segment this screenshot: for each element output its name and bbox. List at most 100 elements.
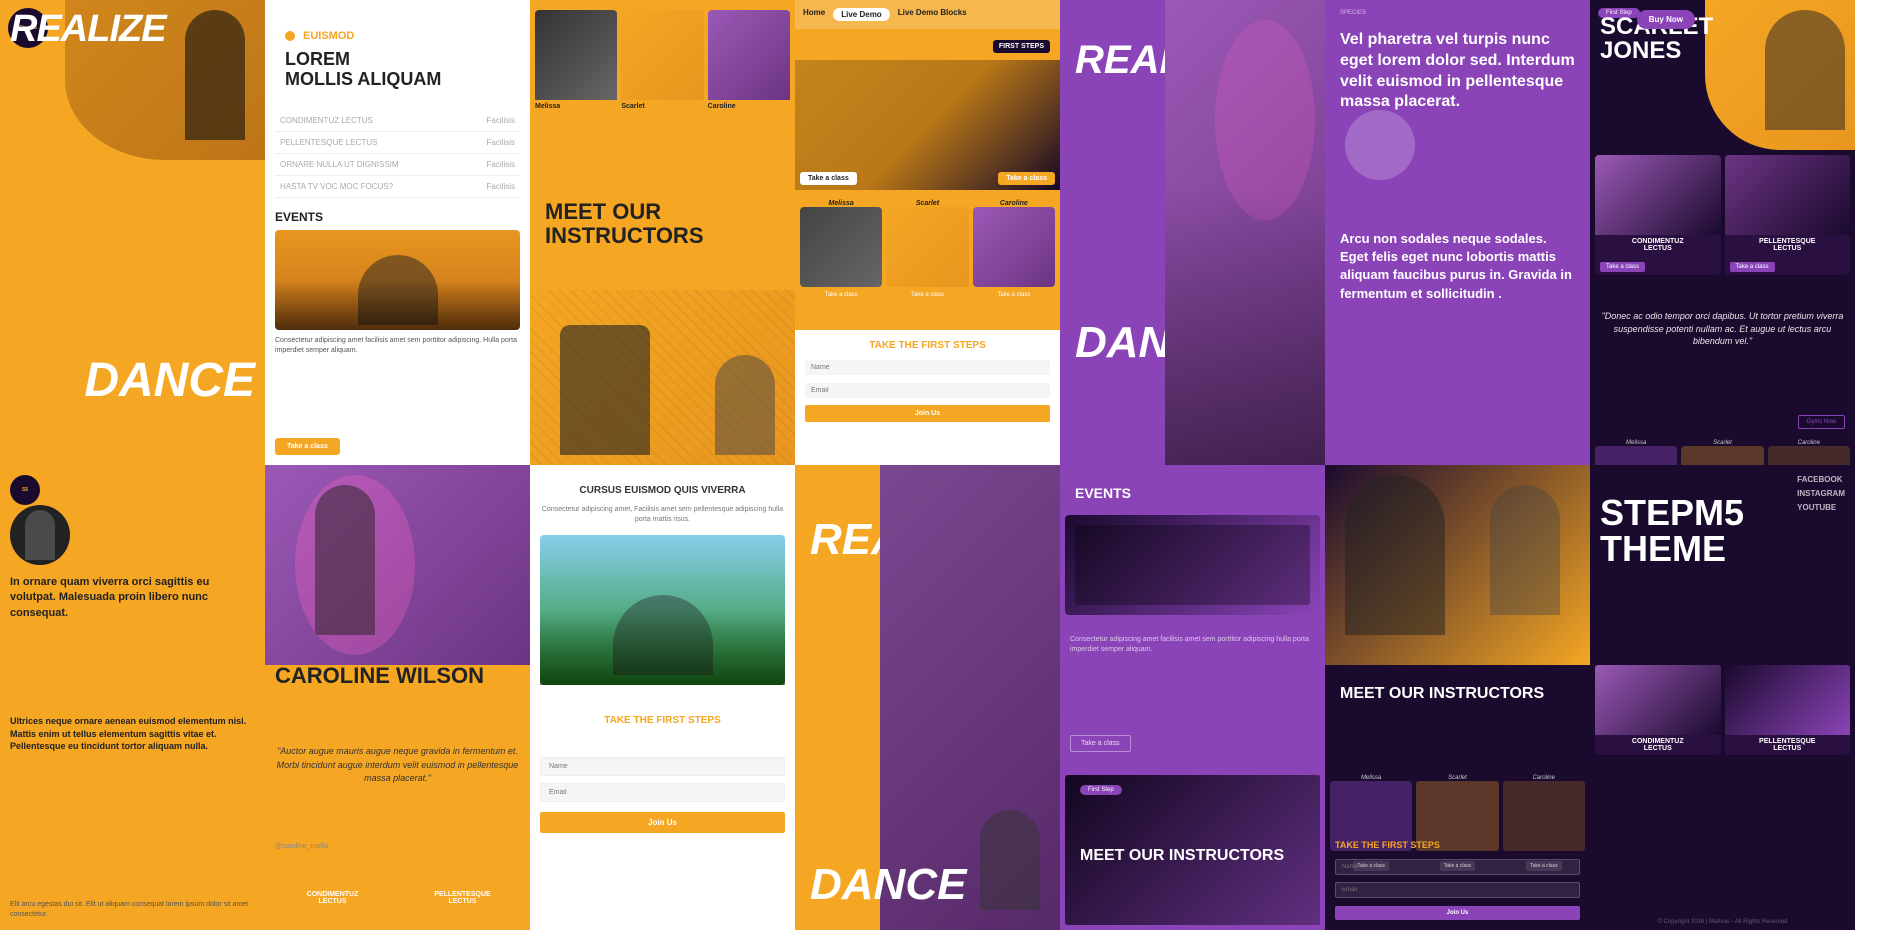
sub-text: Arcu non sodales neque sodales. Eget fel… bbox=[1340, 230, 1575, 303]
form-rows: CONDIMENTUZ LECTUS Facilisis PELLENTESQU… bbox=[275, 110, 520, 198]
form-title: CURSUS EUISMOD QUIS VIVERRA bbox=[530, 485, 795, 496]
first-step-badge-2: First Step bbox=[1080, 785, 1122, 795]
panel-white-form: EUISMOD LOREM MOLLIS ALIQUAM CONDIMENTUZ… bbox=[265, 0, 530, 465]
instr-mini-scarlet: Scarlet Take a class bbox=[886, 200, 968, 300]
take-steps-form: Join Us bbox=[805, 356, 1050, 422]
lorem-title: LOREM MOLLIS ALIQUAM bbox=[285, 50, 441, 90]
email-input-dark[interactable] bbox=[1335, 882, 1580, 898]
cond-btn-1[interactable]: Take a class bbox=[1600, 262, 1645, 272]
cond-pill-2: PELLENTESQUELECTUS bbox=[400, 886, 525, 910]
body-text-2: Ultrices neque ornare aenean euismod ele… bbox=[10, 715, 255, 753]
instructor-card-melissa: Melissa bbox=[535, 10, 617, 110]
form-row: PELLENTESQUE LECTUS Facilisis bbox=[275, 132, 520, 154]
body-text-1: In ornare quam viverra orci sagittis eu … bbox=[10, 575, 255, 621]
cond-label-2: PELLENTESQUELECTUS bbox=[405, 891, 520, 905]
copyright-text: © Copyright 2018 | Mativas - All Rights … bbox=[1600, 919, 1845, 925]
nav-home[interactable]: Home bbox=[803, 8, 825, 21]
events-title: EVENTS bbox=[275, 210, 520, 224]
testimonial-text: "Donec ac odio tempor orci dapibus. Ut t… bbox=[1600, 310, 1845, 348]
form-row: HASTA TV VOC MOC FOCUS? Facilisis bbox=[275, 176, 520, 198]
cond-pill-1: CONDIMENTUZLECTUS bbox=[270, 886, 395, 910]
caroline-bg bbox=[265, 465, 530, 665]
panel-purple-text: SPECIES Vel pharetra vel turpis nunc ege… bbox=[1325, 0, 1590, 465]
realize-text: REALIZE bbox=[10, 10, 166, 48]
take-class-button-3[interactable]: Take a class bbox=[1070, 735, 1131, 752]
instr-img-scarlet bbox=[1681, 446, 1763, 465]
instagram-link[interactable]: INSTAGRAM bbox=[1797, 489, 1845, 498]
cond-dark-image-2 bbox=[1725, 665, 1851, 735]
panel-purple-events: EVENTS Consectetur adipiscing amet facil… bbox=[1060, 465, 1325, 930]
dance-big: DANCE bbox=[810, 860, 966, 910]
nav-live-demo-blocks[interactable]: Live Demo Blocks bbox=[898, 8, 967, 21]
meet-instructors-dark: MEET OUR INSTRUCTORS bbox=[1340, 685, 1544, 703]
email-input[interactable] bbox=[805, 383, 1050, 398]
join-button[interactable]: Join Us bbox=[805, 405, 1050, 422]
buy-now-button[interactable]: Buy Now bbox=[1637, 10, 1695, 29]
dance-duo-image bbox=[530, 290, 795, 465]
species-badge: SPECIES bbox=[1340, 10, 1366, 16]
meet-instructors-label: MEET OUR INSTRUCTORS bbox=[1080, 847, 1284, 865]
try-now-button[interactable]: Gyms Now bbox=[1798, 415, 1845, 429]
instructor-row: Melissa Take a class Scarlet Take a clas… bbox=[795, 200, 1060, 300]
instr-mini-btn-caroline[interactable]: Take a class bbox=[973, 290, 1055, 300]
join-button-dark[interactable]: Join Us bbox=[1335, 906, 1580, 920]
take-steps-section: TAKE THE FIRST STEPS Join Us bbox=[795, 330, 1060, 465]
social-links: FACEBOOK INSTAGRAM YOUTUBE bbox=[1797, 475, 1845, 512]
instr-mini-btn-scarlet[interactable]: Take a class bbox=[886, 290, 968, 300]
events-description: Consectetur adipiscing amet facilisis am… bbox=[275, 336, 520, 356]
cond-btn-2[interactable]: Take a class bbox=[1730, 262, 1775, 272]
cond-dark-image-1 bbox=[1595, 665, 1721, 735]
instr-scarlet-dark: Scarlet bbox=[1681, 440, 1763, 465]
dance-big-image: MEET OUR INSTRUCTORS First Step bbox=[1065, 775, 1320, 925]
panel-dark-footer: STEPM5 THEME FACEBOOK INSTAGRAM YOUTUBE … bbox=[1590, 465, 1855, 930]
instructor-card-caroline: Caroline bbox=[708, 10, 790, 110]
cond-dark-card-1: CONDIMENTUZLECTUS bbox=[1595, 665, 1721, 755]
email-input-2[interactable] bbox=[540, 783, 785, 802]
panel-orange-realize: REALIZE DANCE bbox=[795, 465, 1060, 930]
take-class-btn[interactable]: Take a class bbox=[800, 172, 857, 185]
form-subtitle: Consectetur adipiscing amet, Facilisis a… bbox=[540, 505, 785, 525]
form-row: CONDIMENTUZ LECTUS Facilisis bbox=[275, 110, 520, 132]
name-input-2[interactable] bbox=[540, 757, 785, 776]
events-image-purple bbox=[1065, 515, 1320, 615]
instr-caroline-dark: Caroline bbox=[1768, 440, 1850, 465]
take-class-btn-2[interactable]: Take a class bbox=[998, 172, 1055, 185]
euismod-dot bbox=[285, 31, 295, 41]
instr-mini-name-caroline: Caroline bbox=[973, 200, 1055, 207]
form-row: ORNARE NULLA UT DIGNISSIM Facilisis bbox=[275, 154, 520, 176]
submit-button[interactable]: Join Us bbox=[540, 812, 785, 833]
instructor-name-melissa: Melissa bbox=[535, 103, 617, 110]
cond-label-1: CONDIMENTUZLECTUS bbox=[1595, 235, 1721, 255]
panel-orange-hero-1: StepM5 REALIZE DANCE bbox=[0, 0, 265, 465]
panel-caroline-wilson: CAROLINE WILSON Teacher "Auctor augue ma… bbox=[265, 465, 530, 930]
events-desc: Consectetur adipiscing amet facilisis am… bbox=[1070, 635, 1315, 655]
instructor-img-caroline bbox=[708, 10, 790, 100]
nav-live-demo[interactable]: Live Demo bbox=[833, 8, 889, 21]
cond-image-2 bbox=[1725, 155, 1851, 235]
instr-mini-btn-melissa[interactable]: Take a class bbox=[800, 290, 882, 300]
instr-img-melissa bbox=[1595, 446, 1677, 465]
take-steps-title: TAKE THE FIRST STEPS bbox=[805, 340, 1050, 351]
caroline-dancer-figure bbox=[295, 475, 415, 655]
euismod-title: EUISMOD bbox=[303, 30, 354, 42]
dancer-circle bbox=[10, 505, 70, 565]
instructor-img-scarlet bbox=[621, 10, 703, 100]
name-input[interactable] bbox=[805, 360, 1050, 375]
condimentuz-grid: CONDIMENTUZLECTUS Take a class PELLENTES… bbox=[1595, 155, 1850, 275]
facebook-link[interactable]: FACEBOOK bbox=[1797, 475, 1845, 484]
events-section: EVENTS Consectetur adipiscing amet facil… bbox=[265, 200, 530, 366]
name-input-dark[interactable] bbox=[1335, 859, 1580, 875]
cond-dark-label-1: CONDIMENTUZLECTUS bbox=[1595, 735, 1721, 755]
cond-card-1: CONDIMENTUZLECTUS Take a class bbox=[1595, 155, 1721, 275]
cond-image-1 bbox=[1595, 155, 1721, 235]
instructor-name-scarlet: Scarlet bbox=[621, 103, 703, 110]
instr-mini-img-melissa bbox=[800, 207, 882, 287]
youtube-link[interactable]: YOUTUBE bbox=[1797, 503, 1845, 512]
panel-orange-instructors: Melissa Scarlet Caroline MEET OURINSTRUC… bbox=[530, 0, 795, 465]
instr-mini-name-melissa: Melissa bbox=[800, 200, 882, 207]
take-steps-dark: TAKE THE FIRST STEPS bbox=[1335, 840, 1440, 850]
take-class-button[interactable]: Take a class bbox=[275, 438, 340, 455]
panel-orange-text: S5 In ornare quam viverra orci sagittis … bbox=[0, 465, 265, 930]
cond-dark-card-2: PELLENTESQUELECTUS bbox=[1725, 665, 1851, 755]
instr-mini-name-scarlet: Scarlet bbox=[886, 200, 968, 207]
